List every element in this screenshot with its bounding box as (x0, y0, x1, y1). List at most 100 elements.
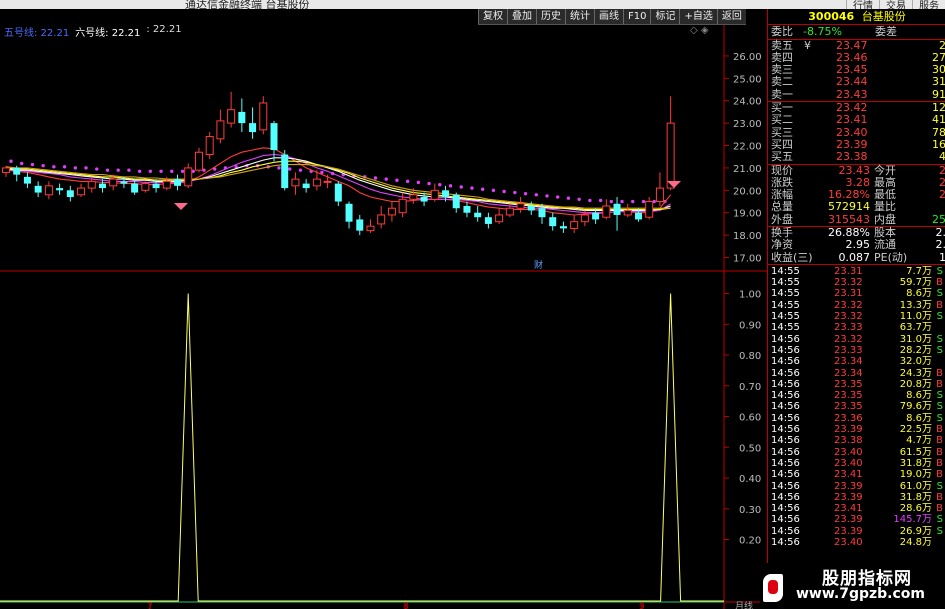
stat-label: 外盘 (771, 212, 793, 226)
overlay-button[interactable]: 叠加 (507, 9, 536, 24)
sar-dot (438, 183, 442, 187)
ask-row[interactable]: 卖三 23.45 30 (768, 64, 945, 76)
chart-controls-icon[interactable]: ◇ ◈ (690, 25, 709, 36)
trade-time: 14:56 (771, 378, 800, 390)
trade-row: 14:55 23.33 63.7万 (768, 322, 945, 333)
statistics-button[interactable]: 统计 (565, 9, 594, 24)
trade-time: 14:56 (771, 457, 800, 469)
trade-side: B (936, 367, 943, 379)
bid-price: 23.38 (836, 150, 868, 163)
trade-side: S (936, 525, 943, 537)
sar-dot (577, 197, 581, 201)
trade-time: 14:56 (771, 390, 800, 402)
candle-body (623, 209, 632, 216)
trade-side: S (936, 390, 943, 402)
back-button[interactable]: 返回 (716, 9, 746, 24)
trade-time: 14:56 (771, 469, 800, 481)
y-tick-label: 22.00 (733, 142, 762, 153)
ask-label: 卖四 (771, 50, 793, 64)
history-button[interactable]: 历史 (536, 9, 565, 24)
stat-row[interactable]: 收益(三) 0.087PE(动) 1 (768, 251, 945, 264)
add-watchlist-button[interactable]: +自选 (679, 9, 717, 24)
trade-time: 14:56 (771, 367, 800, 379)
trade-volume: 28.6万 (899, 503, 932, 515)
stat-row[interactable]: 现价 23.43今开 2 (768, 164, 945, 177)
ask-row[interactable]: 卖一 23.43 91 (768, 87, 945, 101)
ask-volume: 2 (939, 39, 945, 52)
stat-value: 25 (932, 212, 945, 226)
candle-body (570, 221, 579, 229)
trade-side: B (936, 446, 943, 458)
draw-line-button[interactable]: 画线 (594, 9, 623, 24)
trade-row: 14:56 23.36 8.6万 S (768, 413, 945, 424)
bid-row[interactable]: 买五 23.38 4 (768, 151, 945, 163)
trade-volume: 8.6万 (906, 412, 932, 424)
restore-rights-button[interactable]: 复权 (478, 9, 507, 24)
x-tick-label: 7 (147, 602, 153, 609)
mark-button[interactable]: 标记 (650, 9, 680, 24)
stat-row[interactable]: 涨幅16.28%最低2 (768, 189, 945, 201)
stat-row[interactable]: 涨跌 3.28最高 2 (768, 176, 945, 189)
ask-price: 23.46 (836, 50, 868, 64)
ask-row[interactable]: 卖五 ¥23.47 2 (768, 39, 945, 52)
menu-quotes[interactable]: 行情 (846, 0, 879, 9)
candle-body (13, 167, 21, 175)
trade-price: 23.32 (834, 311, 863, 322)
f10-button[interactable]: F10 (623, 9, 651, 24)
signal-arrow-icon (174, 203, 188, 210)
bid-volume: 12 (932, 101, 945, 115)
bid-row[interactable]: 买一 23.42 12 (768, 102, 945, 114)
weibi-row[interactable]: 委比 -8.75% 委差 (768, 26, 945, 38)
trade-row: 14:56 23.40 61.5万 B (768, 447, 945, 458)
y-tick-label: 0.20 (739, 536, 761, 547)
bid-row[interactable]: 买三 23.40 78 (768, 126, 945, 139)
trade-side: S (936, 344, 943, 356)
sar-dot (373, 176, 378, 180)
candle-body (559, 226, 567, 229)
candle-body (87, 180, 96, 189)
candle-body (334, 183, 342, 202)
trade-time: 14:56 (771, 333, 800, 345)
bid-row[interactable]: 买二 23.41 41 (768, 114, 945, 126)
trade-volume: 61.5万 (899, 446, 932, 458)
trade-volume: 28.2万 (899, 344, 932, 356)
trade-volume: 8.6万 (906, 390, 932, 402)
trade-volume: 26.9万 (899, 525, 932, 537)
candle-body (323, 180, 332, 183)
bid-price: 23.41 (836, 113, 868, 127)
stat-label: 最低 (874, 188, 896, 202)
stat-row[interactable]: 净资 2.95 流通 2. (768, 239, 945, 251)
ask-row[interactable]: 卖四 23.46 27 (768, 50, 945, 64)
candle-body (216, 120, 225, 140)
menu-service[interactable]: 服务 (912, 0, 945, 9)
candle-body (538, 208, 546, 218)
y-tick-label: 26.00 (733, 52, 762, 63)
y-tick-label: 0.40 (739, 474, 761, 485)
ask-label: 卖三 (771, 63, 793, 77)
trade-row: 14:56 23.34 24.3万 B (768, 368, 945, 379)
trade-row: 14:56 23.35 79.6万 S (768, 401, 945, 412)
ask-row[interactable]: 卖二 23.44 31 (768, 76, 945, 88)
ask-price: 23.43 (836, 87, 868, 101)
period-label[interactable]: 月线 (735, 599, 753, 609)
indicator-line (0, 293, 724, 602)
stat-row[interactable]: 换手 26.88% 股本 2. (768, 227, 945, 239)
bid-row[interactable]: 买四 23.39 16 (768, 138, 945, 151)
weidiff-label: 委差 (875, 25, 897, 38)
stat-value: 572914 (828, 200, 870, 214)
menu-trade[interactable]: 交易 (879, 0, 912, 9)
candle-body (452, 194, 460, 209)
y-tick-label: 25.00 (733, 74, 762, 85)
stat-row[interactable]: 外盘 315543 内盘 25 (768, 212, 945, 226)
trade-volume: 4.7万 (906, 435, 932, 447)
trade-time: 14:56 (771, 525, 800, 537)
candle-body (259, 102, 268, 131)
stat-row[interactable]: 总量 572914 量比 (768, 201, 945, 213)
chart-area[interactable]: 26.00 25.00 24.00 23.00 22.00 21.00 20.00 19.00… (0, 9, 767, 609)
x-tick-label: 9 (639, 602, 645, 609)
sar-dot (620, 199, 624, 204)
trade-price: 23.36 (834, 412, 863, 424)
trade-time: 14:56 (771, 446, 800, 458)
ma-legend: 五号线: 22.21 六号线: 22.21 : 22.21 (4, 24, 182, 39)
sar-dot (180, 169, 185, 173)
